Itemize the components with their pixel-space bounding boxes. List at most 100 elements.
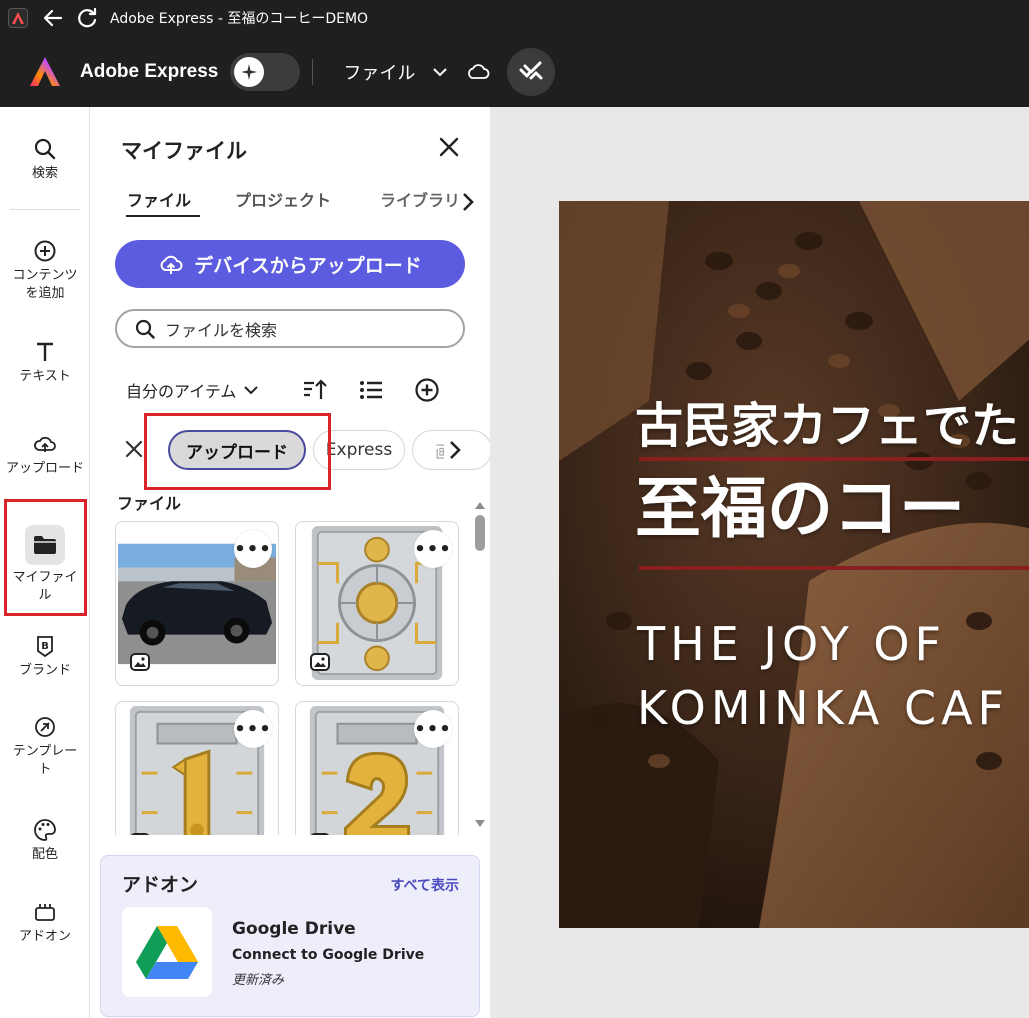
files-section-label: ファイル [117, 494, 182, 513]
image-type-icon [310, 653, 330, 671]
design-page[interactable]: 古民家カフェでた 至福のコー THE JOY OF KOMINKA CAF [559, 201, 1029, 928]
chips-scroll-right-button[interactable] [444, 437, 466, 463]
search-icon [135, 319, 155, 339]
rail-label: アドオン [18, 929, 71, 944]
owner-filter-dropdown[interactable]: 自分のアイテム [126, 378, 259, 402]
share-check-button[interactable] [507, 47, 556, 96]
more-options-button[interactable]: ••• [234, 530, 272, 568]
design-heading-line2[interactable]: 至福のコー [635, 455, 965, 551]
owner-filter-label: 自分のアイテム [126, 382, 237, 401]
add-circle-icon [34, 240, 56, 262]
palette-icon [34, 819, 56, 841]
image-type-icon [131, 833, 149, 835]
image-type-icon [130, 653, 150, 671]
app-header: Adobe Express ファイル [0, 36, 1029, 107]
sort-icon[interactable] [302, 377, 328, 403]
design-canvas[interactable]: 古民家カフェでた 至福のコー THE JOY OF KOMINKA CAF [490, 107, 1029, 1018]
file-thumbnail[interactable]: ••• [115, 521, 279, 686]
image-type-icon [311, 833, 329, 835]
design-heading-line1[interactable]: 古民家カフェでた [635, 386, 1019, 456]
addons-section: アドオン すべて表示 Google Drive Connect to Googl… [100, 855, 480, 1017]
adobe-express-app-icon [8, 8, 28, 28]
file-search-input[interactable]: ファイルを検索 [115, 309, 465, 348]
more-options-button[interactable]: ••• [414, 710, 452, 748]
file-thumbnail[interactable]: ••• [115, 701, 279, 835]
chevron-down-icon [244, 386, 259, 395]
svg-text:B: B [41, 641, 49, 652]
rail-item-text[interactable]: テキスト [0, 340, 90, 386]
more-options-button[interactable]: ••• [234, 710, 272, 748]
rail-item-templates[interactable]: テンプレート [0, 715, 90, 779]
adobe-express-logo-icon[interactable] [28, 55, 62, 89]
files-grid: ••• ••• ••• ••• [114, 521, 464, 835]
search-icon [34, 138, 56, 160]
back-button[interactable] [38, 3, 68, 33]
addons-title: アドオン [122, 874, 199, 896]
ai-toggle[interactable] [230, 52, 301, 91]
my-files-panel: マイファイル ファイル プロジェクト ライブラリ デバイスからアップロード ファ… [90, 107, 492, 1018]
tabs-scroll-right-button[interactable] [457, 189, 479, 215]
rail-label: ブランド [18, 663, 71, 678]
template-icon [35, 717, 55, 737]
cloud-upload-icon [160, 255, 183, 274]
chevron-right-icon [450, 441, 461, 459]
file-menu[interactable]: ファイル [343, 59, 448, 85]
rail-item-search[interactable]: 検索 [0, 137, 90, 183]
google-drive-icon [136, 926, 198, 979]
coffee-beans-photo [559, 201, 1029, 928]
files-toolbar: 自分のアイテム [126, 375, 456, 405]
file-thumbnail[interactable]: ••• [295, 701, 459, 835]
file-menu-label: ファイル [343, 62, 416, 84]
rail-divider [10, 209, 80, 210]
list-view-icon[interactable] [358, 377, 384, 403]
cloud-upload-icon [34, 436, 56, 452]
text-icon [37, 342, 53, 361]
sparkle-icon [234, 56, 265, 87]
tab-files[interactable]: ファイル [126, 187, 200, 217]
brand-name: Adobe Express [80, 60, 219, 82]
addon-description: Connect to Google Drive [232, 947, 425, 963]
clear-filter-icon[interactable] [124, 439, 144, 459]
close-icon[interactable] [438, 136, 460, 158]
file-thumbnail[interactable]: ••• [295, 521, 459, 686]
tab-projects[interactable]: プロジェクト [235, 187, 331, 217]
design-divider-2 [639, 566, 1029, 570]
rail-item-color[interactable]: 配色 [0, 818, 90, 864]
upload-from-device-button[interactable]: デバイスからアップロード [115, 240, 465, 288]
show-all-link[interactable]: すべて表示 [391, 875, 459, 895]
brand-icon: B [37, 636, 53, 658]
rail-label: 配色 [31, 847, 58, 862]
chip-label: Express [325, 440, 393, 460]
upload-button-label: デバイスからアップロード [194, 254, 422, 277]
rail-item-brand[interactable]: B ブランド [0, 634, 90, 680]
design-subtitle-line1[interactable]: THE JOY OF [637, 617, 946, 671]
addon-status: 更新済み [232, 973, 285, 988]
rail-label: アップロード [5, 461, 84, 476]
panel-tabs: ファイル プロジェクト ライブラリ [120, 187, 480, 219]
addon-icon [35, 904, 55, 921]
title-bar: Adobe Express - 至福のコーヒーDEMO [0, 0, 1029, 36]
rail-item-upload[interactable]: アップロード [0, 432, 90, 478]
rail-label: 検索 [31, 166, 58, 181]
reload-button[interactable] [72, 3, 102, 33]
chevron-down-icon [433, 67, 448, 76]
add-circle-icon[interactable] [414, 377, 440, 403]
panel-title: マイファイル [121, 139, 247, 163]
design-subtitle-line2[interactable]: KOMINKA CAF [637, 681, 1009, 735]
tab-libraries[interactable]: ライブラリ [380, 187, 460, 217]
cloud-icon[interactable] [465, 59, 491, 85]
highlight-box-my-files [4, 499, 87, 616]
rail-item-add-content[interactable]: コンテンツを追加 [0, 239, 90, 303]
window-title: Adobe Express - 至福のコーヒーDEMO [110, 11, 369, 27]
check-badge-icon [519, 61, 543, 79]
addon-name: Google Drive [232, 919, 356, 939]
google-drive-addon-card[interactable] [122, 907, 212, 997]
arrow-left-icon [43, 9, 63, 27]
left-rail: 検索 コンテンツを追加 テキスト アップロード マイファイル B ブランド テン… [0, 107, 90, 1018]
rail-label: テンプレート [12, 744, 78, 777]
highlight-box-upload-chip [144, 413, 331, 490]
header-divider [312, 58, 314, 85]
rail-item-addons[interactable]: アドオン [0, 900, 90, 946]
more-options-button[interactable]: ••• [414, 530, 452, 568]
files-scrollbar[interactable] [472, 495, 488, 830]
